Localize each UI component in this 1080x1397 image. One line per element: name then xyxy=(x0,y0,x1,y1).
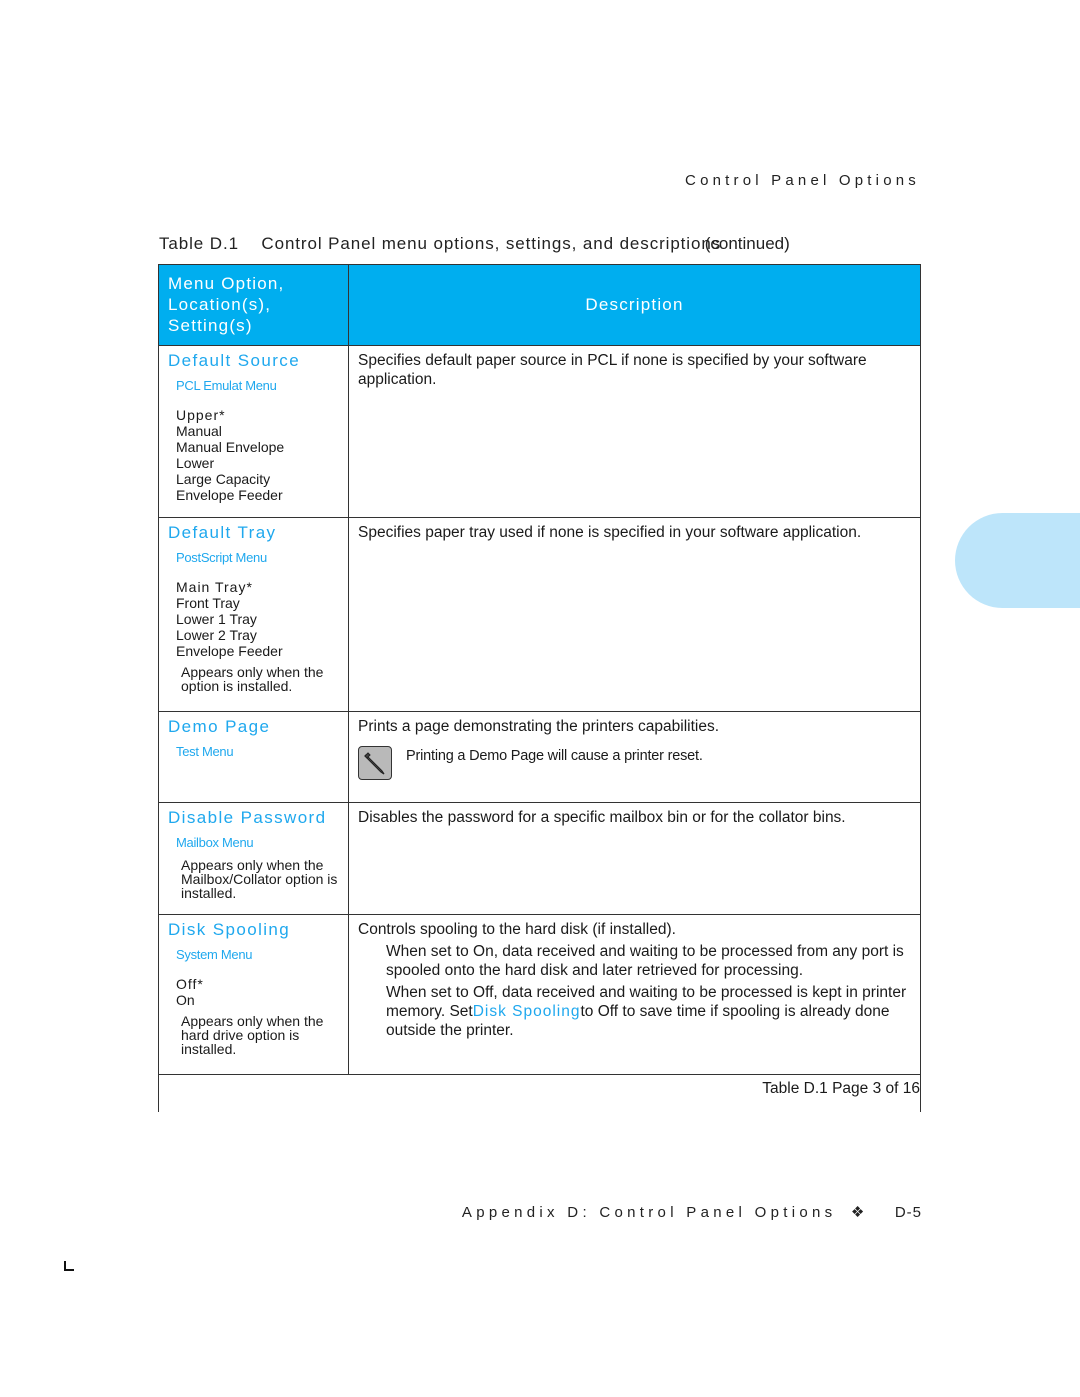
description-cell: Disables the password for a specific mai… xyxy=(348,802,921,915)
pencil-icon xyxy=(364,752,385,775)
settings-list: Upper* Manual Manual Envelope Lower Larg… xyxy=(159,393,348,503)
option-menu: Test Menu xyxy=(176,744,234,759)
footer-text: Appendix D: Control Panel Options xyxy=(461,1204,837,1221)
table-row: Default Source PCL Emulat Menu Upper* Ma… xyxy=(158,345,921,518)
description-text: Specifies paper tray used if none is spe… xyxy=(358,524,862,541)
description-block: Controls spooling to the hard disk (if i… xyxy=(349,915,920,1040)
table-caption: Table D.1 Control Panel menu options, se… xyxy=(159,234,790,254)
description-text: Prints a page demonstrating the printers… xyxy=(358,718,720,735)
description-cell: Specifies default paper source in PCL if… xyxy=(348,345,921,518)
table-caption-label: Table D.1 xyxy=(159,234,239,253)
settings-list: Off* On xyxy=(159,962,348,1008)
option-title: Default Source xyxy=(168,351,301,370)
setting-item: Manual Envelope xyxy=(176,439,285,455)
table-caption-title: Control Panel menu options, settings, an… xyxy=(261,234,722,253)
table-page-indicator: Table D.1 Page 3 of 16 xyxy=(158,1074,921,1112)
description-cell: Controls spooling to the hard disk (if i… xyxy=(348,914,921,1075)
table-header-row: Menu Option, Location(s), Setting(s) Des… xyxy=(158,264,921,346)
setting-item: Front Tray xyxy=(176,595,240,611)
option-title: Disable Password xyxy=(168,808,327,827)
availability-note: Appears only when the option is installe… xyxy=(181,664,324,694)
description-text: Controls spooling to the hard disk (if i… xyxy=(358,921,676,938)
description-text: Specifies default paper source in PCL if… xyxy=(358,352,867,388)
cross-reference-link[interactable]: Disk Spooling xyxy=(473,1003,581,1020)
bullet-item: When set to On, data received and waitin… xyxy=(386,943,904,979)
page-footer: Appendix D: Control Panel Options ❖ D-5 xyxy=(462,1203,922,1221)
setting-item: Lower xyxy=(176,455,215,471)
table-row: Disk Spooling System Menu Off* On Appear… xyxy=(158,914,921,1075)
description-block: Prints a page demonstrating the printers… xyxy=(349,712,920,780)
setting-item: Large Capacity xyxy=(176,471,271,487)
setting-item: Manual xyxy=(176,423,222,439)
header-line: Menu Option, xyxy=(168,274,285,293)
option-menu: PostScript Menu xyxy=(176,550,267,565)
chapter-side-tab xyxy=(955,513,1080,608)
option-title: Demo Page xyxy=(168,717,271,736)
header-menu-option: Menu Option, Location(s), Setting(s) xyxy=(158,264,349,346)
header-line: Setting(s) xyxy=(168,316,253,335)
header-description: Description xyxy=(348,264,921,346)
description-cell: Specifies paper tray used if none is spe… xyxy=(348,517,921,712)
table-row: Disable Password Mailbox Menu Appears on… xyxy=(158,802,921,915)
setting-item: Lower 2 Tray xyxy=(176,627,257,643)
diamond-separator-icon: ❖ xyxy=(850,1204,865,1221)
table-row: Default Tray PostScript Menu Main Tray* … xyxy=(158,517,921,712)
availability-note: Appears only when the hard drive option … xyxy=(181,1013,324,1057)
option-title: Disk Spooling xyxy=(168,920,291,939)
table-footer-row: Table D.1 Page 3 of 16 xyxy=(158,1074,921,1112)
note-text: Printing a Demo Page will cause a printe… xyxy=(406,748,703,764)
settings-list: Main Tray* Front Tray Lower 1 Tray Lower… xyxy=(159,565,348,659)
option-title: Default Tray xyxy=(168,523,277,542)
option-cell: Disk Spooling System Menu Off* On Appear… xyxy=(158,914,349,1075)
bullet-item: When set to Off, data received and waiti… xyxy=(358,983,920,1040)
pencil-note-icon xyxy=(358,746,392,780)
running-head: Control Panel Options xyxy=(685,172,920,189)
note-callout: Printing a Demo Page will cause a printe… xyxy=(358,746,920,780)
option-cell: Demo Page Test Menu xyxy=(158,711,349,803)
option-menu: PCL Emulat Menu xyxy=(176,378,277,393)
setting-item: Envelope Feeder xyxy=(176,487,283,503)
table-row: Demo Page Test Menu Prints a page demons… xyxy=(158,711,921,803)
page-number: D-5 xyxy=(894,1204,922,1221)
description-text: Disables the password for a specific mai… xyxy=(358,809,846,826)
setting-item: Main Tray* xyxy=(176,579,253,595)
header-line: Location(s), xyxy=(168,295,272,314)
option-menu: System Menu xyxy=(176,947,253,962)
setting-item: On xyxy=(176,992,195,1008)
setting-item: Envelope Feeder xyxy=(176,643,283,659)
availability-note: Appears only when the Mailbox/Collator o… xyxy=(181,857,338,901)
option-cell: Disable Password Mailbox Menu Appears on… xyxy=(158,802,349,915)
options-table: Menu Option, Location(s), Setting(s) Des… xyxy=(158,264,921,1112)
description-cell: Prints a page demonstrating the printers… xyxy=(348,711,921,803)
option-cell: Default Source PCL Emulat Menu Upper* Ma… xyxy=(158,345,349,518)
setting-item: Upper* xyxy=(176,407,226,423)
setting-item: Off* xyxy=(176,976,204,992)
option-cell: Default Tray PostScript Menu Main Tray* … xyxy=(158,517,349,712)
table-caption-continued: (continued) xyxy=(704,234,790,253)
setting-item: Lower 1 Tray xyxy=(176,611,257,627)
crop-mark-icon xyxy=(64,1261,74,1271)
option-menu: Mailbox Menu xyxy=(176,835,254,850)
